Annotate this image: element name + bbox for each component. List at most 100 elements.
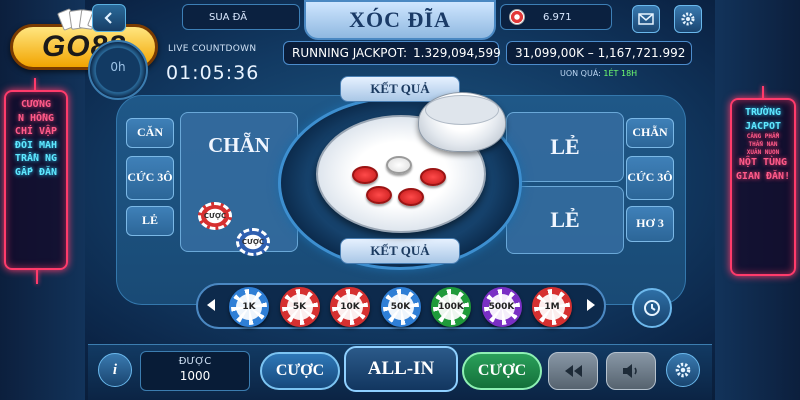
bet-zone-label: LẺ <box>550 207 580 232</box>
mail-icon <box>638 13 654 25</box>
chip-label: 50K <box>387 294 414 320</box>
chip-label: 1M <box>539 294 565 320</box>
placed-bet-chip: CƯỢC <box>236 228 270 256</box>
chip-500k[interactable]: 500K <box>481 287 522 327</box>
bet-cell-label: CỨC 3Ô <box>127 170 173 185</box>
neon-line: JACPOT <box>744 120 782 132</box>
history-icon <box>644 300 660 316</box>
jackpot-label: RUNNING JACKPOT: <box>292 46 408 60</box>
bet-chip-label: CƯỢC <box>203 212 227 220</box>
chip-label: 5K <box>286 294 313 320</box>
all-in-label: ALL-IN <box>367 358 435 379</box>
chip-label: 10K <box>337 294 363 320</box>
white-disc <box>386 156 412 174</box>
triangle-left-icon <box>207 299 215 311</box>
balance-box: 6.971 <box>500 4 612 30</box>
neon-line: THẤN NAN <box>748 140 778 148</box>
neon-sign-right: TRƯỜNG JACPOT CĂNG PHẨM THẤN NAN XUÂN NU… <box>730 98 796 276</box>
info-icon: i <box>112 361 118 378</box>
settings-button[interactable] <box>674 5 702 33</box>
countdown-label: LIVE COUNTDOWN <box>168 44 257 54</box>
result-text: KẾT QUẢ <box>370 243 430 258</box>
neon-line: TRẦN NG <box>14 153 58 164</box>
neon-line: GẤP ĐĂN <box>14 166 58 178</box>
bet-cell-le-left[interactable]: LẺ <box>126 206 174 236</box>
triangle-right-icon <box>587 299 595 311</box>
jackpot-value: 1.329,094,599 <box>413 46 501 60</box>
bet-cell-label: CHẴN <box>632 125 668 140</box>
chip-5k[interactable]: 5K <box>279 287 320 327</box>
neon-line: CƯƠNG <box>20 99 52 110</box>
red-disc <box>352 166 378 184</box>
placed-bet-chip: CƯỢC <box>198 202 232 230</box>
gear-icon <box>675 362 691 378</box>
bet-cell-cuc-3o-left[interactable]: CỨC 3Ô <box>126 156 174 200</box>
chip-10k[interactable]: 10K <box>330 287 370 327</box>
mail-button[interactable] <box>632 5 660 33</box>
jackpot-secondary-value: 31,099,00K – 1,167,721.992 <box>515 46 686 60</box>
bet-button-label: CƯỢC <box>275 362 325 379</box>
game-title: XÓC ĐĨA <box>304 0 496 40</box>
rewind-icon <box>565 365 582 377</box>
chip-label: 500K <box>488 294 515 320</box>
chip-100k[interactable]: 100K <box>431 287 471 327</box>
bet-amount-label: ĐƯỢC <box>178 356 212 367</box>
red-disc <box>366 186 392 204</box>
bet-cell-chan-right[interactable]: CHẴN <box>626 118 674 148</box>
red-disc <box>420 168 446 186</box>
bet-cell-label: CĂN <box>137 125 163 140</box>
chevron-left-icon <box>104 12 112 24</box>
neon-sign-left: CƯƠNG N HỒNG CHÍ VẬP ĐÔI MAH TRẦN NG GẤP… <box>4 90 68 270</box>
bet-zone-le-top[interactable]: LẺ <box>506 112 624 182</box>
balance-value: 6.971 <box>543 11 572 23</box>
bet-cell-label: HƠ 3 <box>636 216 664 231</box>
rewind-button[interactable] <box>548 352 598 390</box>
neon-line: NỘT TÙNG <box>738 157 788 169</box>
sound-button[interactable] <box>606 352 656 390</box>
gear-icon <box>681 12 695 26</box>
bet-zone-label: CHẴN <box>208 133 270 157</box>
neon-stem-left-bottom <box>36 270 38 284</box>
bet-cell-ho-3[interactable]: HƠ 3 <box>626 206 674 242</box>
speaker-icon <box>623 364 637 378</box>
bet-cell-cuc-3o-right[interactable]: CỨC 3Ô <box>626 156 674 200</box>
bet-chip-label: CƯỢC <box>241 238 265 246</box>
bet-cell-label: LẺ <box>141 213 158 228</box>
chip-1k[interactable]: 1K <box>229 287 269 327</box>
coin-icon <box>509 9 525 25</box>
history-button[interactable] <box>632 288 672 328</box>
neon-line: ĐÔI MAH <box>14 139 58 151</box>
bet-amount-box: ĐƯỢC 1000 <box>140 351 250 391</box>
result-label-bottom: KẾT QUẢ <box>340 238 460 264</box>
game-screen: CƯƠNG N HỒNG CHÍ VẬP ĐÔI MAH TRẦN NG GẤP… <box>0 0 800 400</box>
settings-button-bottom[interactable] <box>666 353 700 387</box>
red-disc <box>398 188 424 206</box>
user-name-box: SUA ĐÃ <box>182 4 300 30</box>
neon-line: CHÍ VẬP <box>14 126 58 137</box>
bet-button-label: CƯỢC <box>477 362 527 379</box>
jackpot-secondary: 31,099,00K – 1,167,721.992 <box>506 41 692 65</box>
neon-line: GIAN ĐĂN! <box>735 170 791 182</box>
bet-amount-value: 1000 <box>179 369 211 383</box>
back-button[interactable] <box>92 4 126 32</box>
bet-button-right[interactable]: CƯỢC <box>462 352 542 390</box>
chip-label: 100K <box>438 294 464 320</box>
chip-label: 1K <box>236 294 262 320</box>
info-button[interactable]: i <box>98 353 132 387</box>
chip-next-button[interactable] <box>584 290 598 320</box>
bowl-inner <box>425 95 499 125</box>
bet-cell-can[interactable]: CĂN <box>126 118 174 148</box>
bet-zone-label: LẺ <box>550 134 580 159</box>
bet-zone-le-bottom[interactable]: LẺ <box>506 186 624 254</box>
neon-line: TRƯỜNG <box>744 107 782 118</box>
bet-cell-label: CỨC 3Ô <box>627 170 673 185</box>
bet-button-left[interactable]: CƯỢC <box>260 352 340 390</box>
all-in-button[interactable]: ALL-IN <box>344 346 458 392</box>
neon-line: N HỒNG <box>17 112 55 124</box>
neon-line: CĂNG PHẨM <box>746 133 780 140</box>
chip-1m[interactable]: 1M <box>532 287 572 327</box>
chip-prev-button[interactable] <box>204 290 218 320</box>
chip-50k[interactable]: 50K <box>380 287 421 327</box>
running-jackpot: RUNNING JACKPOT: 1.329,094,599 <box>283 41 501 65</box>
neon-line: XUÂN NUON <box>746 148 780 156</box>
